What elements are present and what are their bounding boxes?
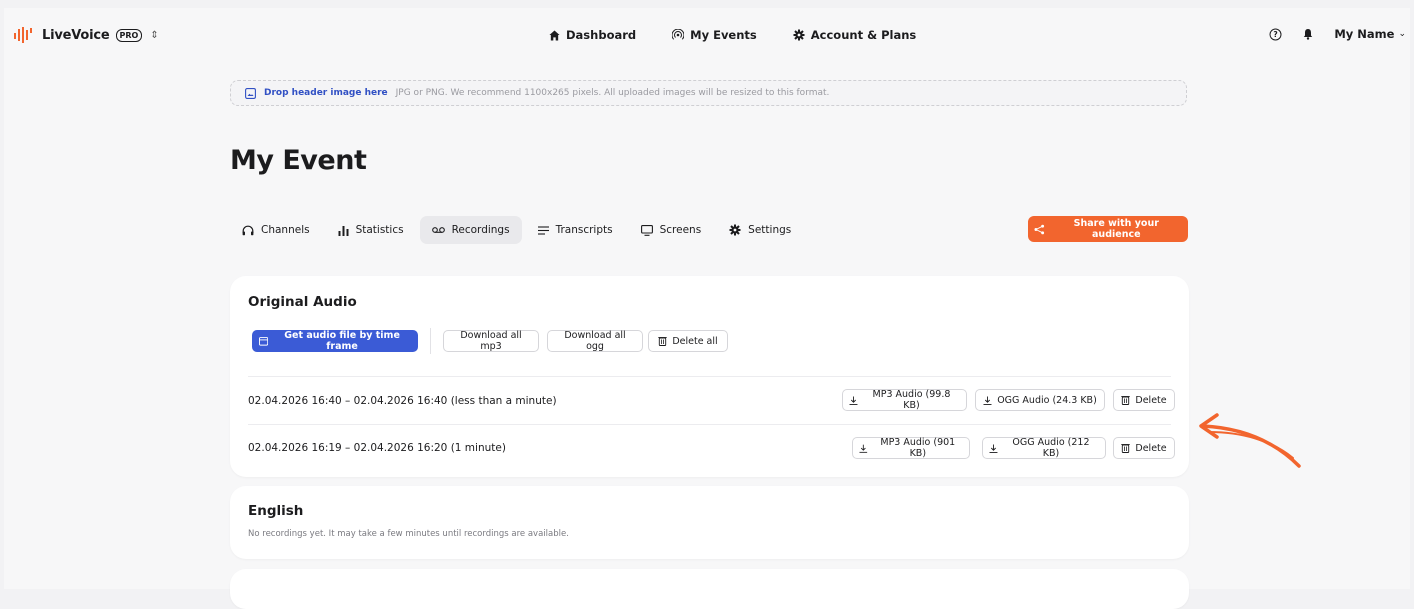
- get-audio-by-time-frame-label: Get audio file by time frame: [284, 330, 400, 352]
- monitor-icon: [640, 224, 653, 236]
- annotation-arrow-icon: [1199, 413, 1301, 468]
- headphones-icon: [242, 225, 254, 235]
- english-card: English No recordings yet. It may take a…: [230, 486, 1189, 559]
- tab-channels-label: Channels: [261, 224, 310, 236]
- original-audio-title: Original Audio: [248, 294, 357, 310]
- logo-icon: [14, 27, 32, 43]
- recording-2-mp3-button[interactable]: MP3 Audio (901 KB): [852, 437, 970, 459]
- calendar-icon: [259, 337, 269, 346]
- switch-chevron-icon: ⇕: [150, 29, 159, 41]
- main-nav: Dashboard My Events Account & Plans: [549, 28, 916, 42]
- tab-settings-label: Settings: [748, 224, 792, 236]
- recording-1-delete-button[interactable]: Delete: [1113, 389, 1175, 411]
- download-icon: [989, 444, 998, 453]
- download-icon: [859, 444, 868, 453]
- bell-icon[interactable]: [1302, 28, 1314, 40]
- recording-2-delete-button[interactable]: Delete: [1113, 437, 1175, 459]
- lines-icon: [537, 225, 549, 235]
- recording-2-delete-label: Delete: [1135, 442, 1167, 454]
- dropzone-hint: JPG or PNG. We recommend 1100x265 pixels…: [395, 88, 830, 98]
- download-all-ogg-label: Download all ogg: [564, 330, 626, 352]
- next-channel-card: [230, 569, 1189, 609]
- recording-row-1-range: 02.04.2026 16:40 – 02.04.2026 16:40 (les…: [248, 395, 557, 407]
- trash-icon: [1121, 444, 1131, 453]
- chevron-down-icon: ⌄: [1398, 29, 1406, 39]
- trash-icon: [1121, 396, 1131, 405]
- english-title: English: [248, 503, 304, 519]
- nav-my-events[interactable]: My Events: [672, 28, 757, 42]
- top-bar: LiveVoice PRO ⇕ Dashboard My Events Acco…: [4, 8, 1410, 66]
- row-divider: [248, 424, 1171, 425]
- recording-2-ogg-label: OGG Audio (212 KB): [1012, 437, 1090, 459]
- voicemail-icon: [431, 227, 445, 233]
- download-all-mp3-label: Download all mp3: [460, 330, 522, 352]
- help-icon[interactable]: ?: [1269, 28, 1282, 41]
- tab-recordings[interactable]: Recordings: [419, 216, 522, 244]
- original-audio-card: Original Audio Get audio file by time fr…: [230, 276, 1189, 477]
- header-image-dropzone[interactable]: Drop header image here JPG or PNG. We re…: [230, 80, 1187, 106]
- recording-1-delete-label: Delete: [1135, 394, 1167, 406]
- tab-transcripts[interactable]: Transcripts: [526, 216, 625, 244]
- nav-account-plans-label: Account & Plans: [810, 28, 917, 42]
- plan-badge: PRO: [115, 28, 143, 42]
- user-name: My Name: [1334, 27, 1395, 41]
- download-all-ogg-button[interactable]: Download all ogg: [547, 330, 643, 352]
- app-name: LiveVoice: [42, 27, 110, 43]
- recording-2-mp3-label: MP3 Audio (901 KB): [880, 437, 956, 459]
- svg-text:?: ?: [1274, 30, 1278, 39]
- tab-recordings-label: Recordings: [451, 224, 510, 236]
- tab-statistics-label: Statistics: [355, 224, 404, 236]
- section-divider: [248, 376, 1171, 377]
- delete-all-label: Delete all: [672, 335, 718, 347]
- download-icon: [983, 396, 992, 405]
- recording-1-ogg-label: OGG Audio (24.3 KB): [997, 394, 1097, 406]
- get-audio-by-time-frame-button[interactable]: Get audio file by time frame: [252, 330, 418, 352]
- gear-icon: [793, 29, 805, 41]
- page-title: My Event: [230, 145, 367, 176]
- broadcast-icon: [672, 29, 685, 40]
- image-icon: [245, 87, 256, 99]
- dropzone-title: Drop header image here: [264, 88, 388, 98]
- download-all-mp3-button[interactable]: Download all mp3: [443, 330, 539, 352]
- share-button-label: Share with your audience: [1073, 218, 1159, 240]
- bar-chart-icon: [338, 225, 349, 236]
- english-empty-message: No recordings yet. It may take a few min…: [248, 529, 569, 539]
- recording-row-2-range: 02.04.2026 16:19 – 02.04.2026 16:20 (1 m…: [248, 442, 506, 454]
- gear-icon: [729, 224, 741, 236]
- header-actions: ? My Name ⌄: [1269, 27, 1406, 41]
- recording-1-mp3-button[interactable]: MP3 Audio (99.8 KB): [842, 389, 967, 411]
- tab-settings[interactable]: Settings: [717, 216, 803, 244]
- brand-switcher[interactable]: LiveVoice PRO ⇕: [14, 27, 159, 43]
- nav-dashboard-label: Dashboard: [566, 28, 637, 42]
- recording-1-mp3-label: MP3 Audio (99.8 KB): [872, 389, 951, 411]
- delete-all-button[interactable]: Delete all: [648, 330, 728, 352]
- trash-icon: [658, 337, 668, 346]
- nav-dashboard[interactable]: Dashboard: [549, 28, 636, 42]
- tab-screens-label: Screens: [659, 224, 702, 236]
- recording-1-ogg-button[interactable]: OGG Audio (24.3 KB): [975, 389, 1105, 411]
- recording-2-ogg-button[interactable]: OGG Audio (212 KB): [982, 437, 1106, 459]
- tab-statistics[interactable]: Statistics: [326, 216, 416, 244]
- download-icon: [849, 396, 858, 405]
- event-tabs: Channels Statistics Recordings Transcrip…: [230, 216, 803, 244]
- tab-channels[interactable]: Channels: [230, 216, 322, 244]
- toolbar-divider: [430, 328, 431, 354]
- share-icon: [1034, 224, 1045, 234]
- nav-my-events-label: My Events: [690, 28, 757, 42]
- tab-transcripts-label: Transcripts: [555, 224, 613, 236]
- home-icon: [549, 29, 560, 41]
- nav-account-plans[interactable]: Account & Plans: [793, 28, 917, 42]
- share-button[interactable]: Share with your audience: [1028, 216, 1188, 242]
- tab-screens[interactable]: Screens: [629, 216, 714, 244]
- user-menu[interactable]: My Name ⌄: [1334, 27, 1406, 41]
